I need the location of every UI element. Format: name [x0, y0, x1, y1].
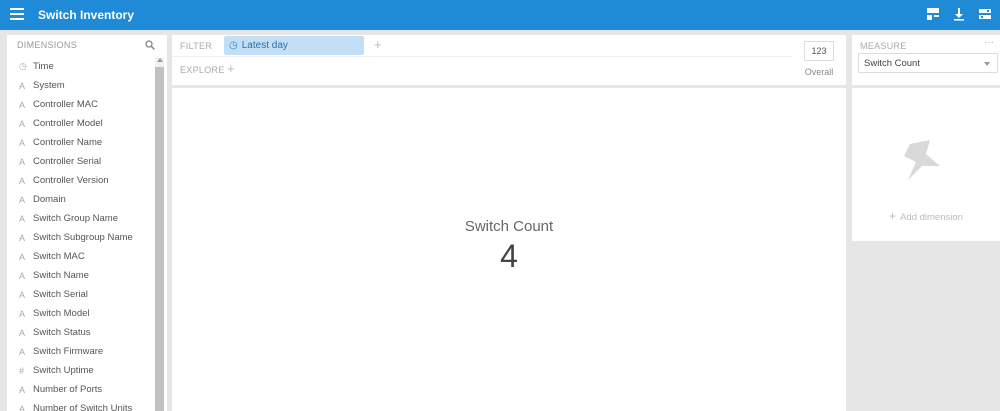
- dimension-label: System: [33, 80, 65, 91]
- time-icon: ◷: [19, 61, 27, 71]
- download-icon[interactable]: [952, 7, 966, 21]
- measure-select[interactable]: Switch Count: [858, 53, 998, 73]
- overall-number-icon: 123: [804, 41, 834, 61]
- measure-select-value: Switch Count: [864, 58, 920, 69]
- dimension-label: Switch Name: [33, 270, 89, 281]
- filter-row: FILTER ◷ Latest day +: [172, 35, 792, 57]
- scrollbar-thumb[interactable]: [155, 67, 164, 411]
- dimension-label: Switch Firmware: [33, 346, 104, 357]
- string-icon: A: [19, 118, 26, 129]
- measure-panel: MEASURE ··· Switch Count: [852, 35, 1000, 85]
- add-explore-button[interactable]: +: [227, 61, 235, 76]
- app-title: Switch Inventory: [38, 8, 135, 22]
- dimension-label: Switch Uptime: [33, 365, 94, 376]
- overall-label: Overall: [804, 67, 834, 77]
- dimension-item[interactable]: A Controller MAC: [7, 95, 155, 114]
- dimension-item[interactable]: ◷ Time: [7, 57, 155, 76]
- dimension-label: Controller Model: [33, 118, 103, 129]
- filter-pill-latest-day[interactable]: ◷ Latest day: [224, 36, 364, 55]
- dimension-item[interactable]: A Switch Firmware: [7, 342, 155, 361]
- measure-value: 4: [500, 238, 518, 274]
- pin-panel: + Add dimension: [852, 88, 1000, 241]
- dimension-label: Switch Serial: [33, 289, 88, 300]
- pin-icon: [904, 140, 940, 180]
- dimension-item[interactable]: A Controller Name: [7, 133, 155, 152]
- dimension-label: Switch MAC: [33, 251, 85, 262]
- string-icon: A: [19, 156, 26, 167]
- scroll-up-icon[interactable]: [157, 58, 163, 62]
- string-icon: A: [19, 289, 26, 300]
- dimension-label: Controller Version: [33, 175, 109, 186]
- dimension-item[interactable]: A Number of Switch Units: [7, 399, 155, 411]
- number-icon: #: [19, 365, 25, 376]
- dimensions-panel: DIMENSIONS ◷ Time A System A Controller MAC A C…: [7, 35, 167, 411]
- string-icon: A: [19, 213, 26, 224]
- dimension-label: Number of Ports: [33, 384, 103, 395]
- dimension-label: Controller Serial: [33, 156, 102, 167]
- string-icon: A: [19, 194, 26, 205]
- top-bar: Switch Inventory: [0, 0, 1000, 30]
- layout-icon[interactable]: [926, 7, 940, 21]
- overall-toggle[interactable]: 123 Overall: [800, 41, 838, 85]
- dimension-item[interactable]: A Controller Serial: [7, 152, 155, 171]
- explore-label: EXPLORE: [180, 65, 225, 75]
- clock-icon: ◷: [229, 40, 238, 51]
- settings-icon[interactable]: [978, 7, 992, 21]
- string-icon: A: [19, 80, 26, 91]
- string-icon: A: [19, 327, 26, 338]
- dimension-label: Time: [33, 61, 54, 72]
- measure-title: Switch Count: [464, 218, 554, 235]
- dimension-label: Switch Model: [33, 308, 90, 319]
- explore-row: EXPLORE +: [172, 59, 792, 81]
- string-icon: A: [19, 346, 26, 357]
- filter-pill-label: Latest day: [241, 40, 288, 51]
- dimension-item[interactable]: A Switch MAC: [7, 247, 155, 266]
- dimension-item[interactable]: A Switch Group Name: [7, 209, 155, 228]
- string-icon: A: [19, 175, 26, 186]
- string-icon: A: [19, 99, 26, 110]
- dimensions-list: ◷ Time A System A Controller MAC A Controller M…: [7, 57, 155, 411]
- dimensions-scrollbar[interactable]: [155, 57, 164, 411]
- dimension-item[interactable]: A Switch Model: [7, 304, 155, 323]
- plus-icon: +: [889, 209, 897, 223]
- dimension-label: Controller MAC: [33, 99, 98, 110]
- filter-explore-bar: FILTER ◷ Latest day + EXPLORE + 123 Over…: [172, 35, 846, 85]
- add-dimension-button[interactable]: + Add dimension: [852, 209, 1000, 223]
- visualization-area: Switch Count 4: [172, 88, 846, 411]
- string-icon: A: [19, 403, 26, 411]
- dimension-label: Switch Subgroup Name: [33, 232, 133, 243]
- dimension-item[interactable]: A Switch Name: [7, 266, 155, 285]
- dimension-item[interactable]: A Controller Version: [7, 171, 155, 190]
- string-icon: A: [19, 232, 26, 243]
- dimension-item[interactable]: A Switch Status: [7, 323, 155, 342]
- add-dimension-label: Add dimension: [900, 212, 963, 223]
- dimension-label: Domain: [33, 194, 66, 205]
- dimension-label: Controller Name: [33, 137, 103, 148]
- chevron-down-icon: [984, 62, 990, 66]
- add-filter-button[interactable]: +: [374, 37, 382, 52]
- dimension-item[interactable]: A Number of Ports: [7, 380, 155, 399]
- dimension-label: Number of Switch Units: [33, 403, 133, 411]
- dimension-item[interactable]: A Controller Model: [7, 114, 155, 133]
- menu-icon[interactable]: [10, 8, 24, 20]
- dimensions-header: DIMENSIONS: [17, 40, 78, 50]
- dimension-item[interactable]: A System: [7, 76, 155, 95]
- dimension-item[interactable]: A Domain: [7, 190, 155, 209]
- dimension-label: Switch Group Name: [33, 213, 119, 224]
- more-icon[interactable]: ···: [984, 37, 994, 48]
- top-icons: [926, 7, 992, 21]
- dimension-item[interactable]: A Switch Serial: [7, 285, 155, 304]
- dimension-item[interactable]: A Switch Subgroup Name: [7, 228, 155, 247]
- filter-label: FILTER: [180, 41, 213, 51]
- string-icon: A: [19, 384, 26, 395]
- dimension-label: Switch Status: [33, 327, 91, 338]
- search-icon[interactable]: [145, 40, 155, 50]
- dimension-item[interactable]: # Switch Uptime: [7, 361, 155, 380]
- measure-label: MEASURE: [860, 41, 907, 51]
- string-icon: A: [19, 137, 26, 148]
- string-icon: A: [19, 270, 26, 281]
- string-icon: A: [19, 251, 26, 262]
- string-icon: A: [19, 308, 26, 319]
